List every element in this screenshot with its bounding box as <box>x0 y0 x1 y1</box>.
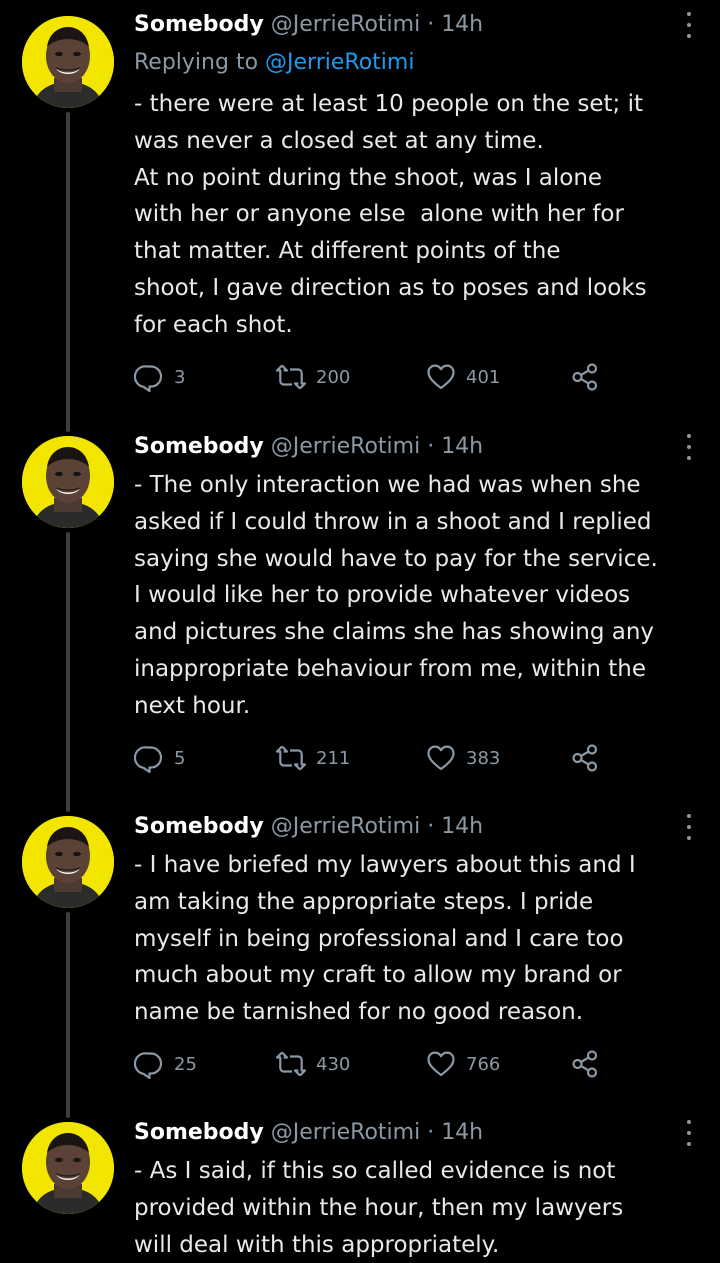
more-icon[interactable] <box>684 12 694 38</box>
like-icon <box>426 743 456 773</box>
retweet-icon <box>276 1049 306 1079</box>
share-icon <box>570 362 600 392</box>
reply-button[interactable]: 3 <box>134 362 185 392</box>
replying-to-link[interactable]: @JerrieRotimi <box>265 50 414 75</box>
like-count: 383 <box>466 747 501 769</box>
reply-icon <box>134 743 164 773</box>
retweet-button[interactable]: 200 <box>276 362 350 392</box>
like-count: 766 <box>466 1053 501 1075</box>
retweet-count: 430 <box>316 1053 351 1075</box>
tweet-header: Somebody @JerrieRotimi · 14h <box>134 812 483 842</box>
retweet-button[interactable]: 430 <box>276 1049 350 1079</box>
avatar[interactable] <box>22 436 114 528</box>
tweet-actions: 25 430 766 <box>134 1049 614 1079</box>
display-name[interactable]: Somebody <box>134 12 264 37</box>
user-handle[interactable]: @JerrieRotimi <box>271 434 420 459</box>
tweet-text: - there were at least 10 people on the s… <box>134 91 647 338</box>
avatar[interactable] <box>22 16 114 108</box>
more-icon[interactable] <box>684 814 694 840</box>
reply-icon <box>134 1049 164 1079</box>
thread-line <box>66 532 70 812</box>
tweet-actions: 3 200 401 <box>134 362 614 392</box>
tweet-header: Somebody @JerrieRotimi · 14h <box>134 10 483 40</box>
reply-count: 5 <box>174 747 186 769</box>
tweet-text: - I have briefed my lawyers about this a… <box>134 852 636 1026</box>
separator-dot: · <box>427 12 435 37</box>
timestamp[interactable]: 14h <box>441 1120 483 1145</box>
avatar[interactable] <box>22 816 114 908</box>
separator-dot: · <box>427 1120 435 1145</box>
tweet[interactable]: Somebody @JerrieRotimi · 14h - The only … <box>0 420 720 812</box>
separator-dot: · <box>427 434 435 459</box>
share-button[interactable] <box>570 743 610 773</box>
tweet-header: Somebody @JerrieRotimi · 14h <box>134 1118 483 1148</box>
replying-to-label: Replying to <box>134 50 259 75</box>
display-name[interactable]: Somebody <box>134 1120 264 1145</box>
tweet-actions: 5 211 383 <box>134 743 614 773</box>
retweet-count: 211 <box>316 747 351 769</box>
retweet-icon <box>276 362 306 392</box>
avatar[interactable] <box>22 1122 114 1214</box>
share-icon <box>570 1049 600 1079</box>
tweet[interactable]: Somebody @JerrieRotimi · 14h - I have br… <box>0 800 720 1118</box>
like-button[interactable]: 766 <box>426 1049 500 1079</box>
reply-button[interactable]: 25 <box>134 1049 197 1079</box>
like-icon <box>426 362 456 392</box>
share-button[interactable] <box>570 1049 610 1079</box>
reply-count: 25 <box>174 1053 197 1075</box>
user-handle[interactable]: @JerrieRotimi <box>271 1120 420 1145</box>
retweet-button[interactable]: 211 <box>276 743 350 773</box>
tweet-header: Somebody @JerrieRotimi · 14h <box>134 432 483 462</box>
retweet-count: 200 <box>316 366 351 388</box>
tweet[interactable]: Somebody @JerrieRotimi · 14h Replying to… <box>0 0 720 432</box>
user-handle[interactable]: @JerrieRotimi <box>271 814 420 839</box>
timestamp[interactable]: 14h <box>441 434 483 459</box>
retweet-icon <box>276 743 306 773</box>
replying-to: Replying to @JerrieRotimi <box>134 48 414 78</box>
like-icon <box>426 1049 456 1079</box>
display-name[interactable]: Somebody <box>134 434 264 459</box>
reply-icon <box>134 362 164 392</box>
user-handle[interactable]: @JerrieRotimi <box>271 12 420 37</box>
reply-count: 3 <box>174 366 186 388</box>
share-button[interactable] <box>570 362 610 392</box>
more-icon[interactable] <box>684 1120 694 1146</box>
like-button[interactable]: 383 <box>426 743 500 773</box>
thread-line <box>66 112 70 432</box>
like-count: 401 <box>466 366 501 388</box>
display-name[interactable]: Somebody <box>134 814 264 839</box>
tweet[interactable]: Somebody @JerrieRotimi · 14h - As I said… <box>0 1106 720 1260</box>
separator-dot: · <box>427 814 435 839</box>
reply-button[interactable]: 5 <box>134 743 185 773</box>
more-icon[interactable] <box>684 434 694 460</box>
timestamp[interactable]: 14h <box>441 12 483 37</box>
tweet-text: - As I said, if this so called evidence … <box>134 1158 624 1258</box>
thread-line <box>66 912 70 1118</box>
like-button[interactable]: 401 <box>426 362 500 392</box>
tweet-text: - The only interaction we had was when s… <box>134 472 658 719</box>
share-icon <box>570 743 600 773</box>
timestamp[interactable]: 14h <box>441 814 483 839</box>
